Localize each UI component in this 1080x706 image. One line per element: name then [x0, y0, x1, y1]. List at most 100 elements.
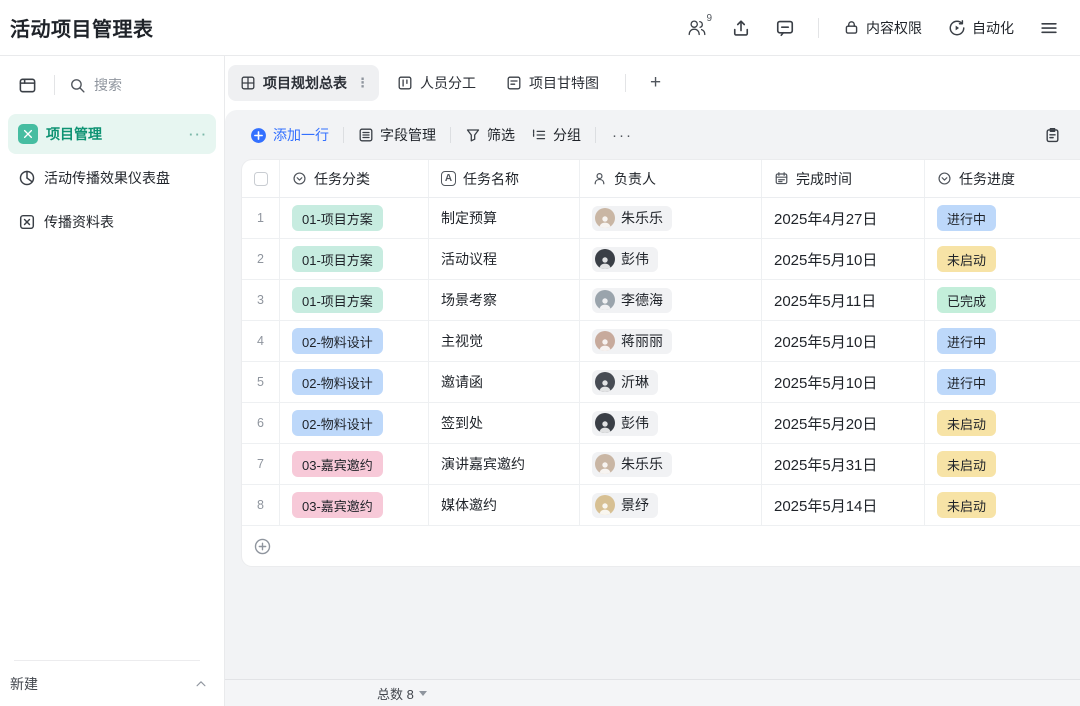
owner-name: 蒋丽丽 — [621, 331, 663, 351]
due-date[interactable]: 2025年5月31日 — [774, 454, 877, 475]
status-badge[interactable]: 未启动 — [937, 410, 996, 436]
owner-name: 朱乐乐 — [621, 454, 663, 474]
app-window: 活动项目管理表 9 — [0, 0, 1080, 706]
status-badge[interactable]: 未启动 — [937, 246, 996, 272]
table-row[interactable]: 4 02-物料设计 主视觉 蒋丽丽 2025年5月10日 进行中 — [242, 321, 1080, 362]
toolbar-divider — [343, 127, 344, 143]
data-table: 任务分类 A 任务名称 负责人 — [242, 160, 1080, 566]
search-input[interactable]: 搜索 — [69, 75, 216, 95]
table-row[interactable]: 5 02-物料设计 邀请函 沂琳 2025年5月10日 进行中 — [242, 362, 1080, 403]
automation-button[interactable]: 自动化 — [940, 13, 1022, 43]
add-view-button[interactable]: + — [640, 72, 671, 94]
owner-chip[interactable]: 朱乐乐 — [592, 206, 672, 231]
category-tag[interactable]: 01-项目方案 — [292, 287, 383, 313]
record-detail-button[interactable] — [1038, 121, 1066, 149]
table-row[interactable]: 6 02-物料设计 签到处 彭伟 2025年5月20日 未启动 — [242, 403, 1080, 444]
table-row[interactable]: 3 01-项目方案 场景考察 李德海 2025年5月11日 已完成 — [242, 280, 1080, 321]
record-count-label: 总数 8 — [377, 684, 414, 703]
sidebar-collapse-button[interactable] — [14, 72, 40, 98]
top-header: 活动项目管理表 9 — [0, 0, 1080, 56]
toolbar-more-button[interactable]: ··· — [602, 127, 643, 144]
filter-button[interactable]: 筛选 — [457, 119, 523, 151]
bitable-icon — [18, 124, 38, 144]
tab-project-gantt[interactable]: 项目甘特图 — [494, 65, 611, 101]
add-row-button[interactable]: 添加一行 — [242, 119, 337, 151]
row-number: 7 — [257, 457, 264, 471]
table-row[interactable]: 2 01-项目方案 活动议程 彭伟 2025年5月10日 未启动 — [242, 239, 1080, 280]
task-name[interactable]: 主视觉 — [441, 331, 483, 351]
status-badge[interactable]: 已完成 — [937, 287, 996, 313]
task-name[interactable]: 媒体邀约 — [441, 495, 497, 515]
table-row[interactable]: 8 03-嘉宾邀约 媒体邀约 景纾 2025年5月14日 未启动 — [242, 485, 1080, 526]
status-badge[interactable]: 未启动 — [937, 451, 996, 477]
append-row-button[interactable] — [242, 526, 1080, 566]
owner-chip[interactable]: 朱乐乐 — [592, 452, 672, 477]
category-tag[interactable]: 03-嘉宾邀约 — [292, 451, 383, 477]
group-button[interactable]: 分组 — [523, 119, 589, 151]
column-label: 任务分类 — [314, 169, 370, 189]
header-divider — [818, 18, 819, 38]
tab-project-plan-table[interactable]: 项目规划总表 ⋮ — [228, 65, 379, 101]
due-date[interactable]: 2025年5月20日 — [774, 413, 877, 434]
search-icon — [69, 77, 86, 94]
due-date[interactable]: 2025年4月27日 — [774, 208, 877, 229]
page-title: 活动项目管理表 — [10, 13, 154, 42]
status-badge[interactable]: 未启动 — [937, 492, 996, 518]
row-number: 4 — [257, 334, 264, 348]
category-tag[interactable]: 02-物料设计 — [292, 369, 383, 395]
owner-chip[interactable]: 彭伟 — [592, 247, 658, 272]
sidebar-item-project-management[interactable]: 项目管理 ··· — [8, 114, 216, 154]
content-permission-button[interactable]: 内容权限 — [835, 13, 930, 43]
category-tag[interactable]: 01-项目方案 — [292, 246, 383, 272]
task-name[interactable]: 邀请函 — [441, 372, 483, 392]
table-row[interactable]: 1 01-项目方案 制定预算 朱乐乐 2025年4月27日 进行中 — [242, 198, 1080, 239]
status-badge[interactable]: 进行中 — [937, 328, 996, 354]
category-tag[interactable]: 01-项目方案 — [292, 205, 383, 231]
task-name[interactable]: 活动议程 — [441, 249, 497, 269]
due-date[interactable]: 2025年5月10日 — [774, 331, 877, 352]
table-row[interactable]: 7 03-嘉宾邀约 演讲嘉宾邀约 朱乐乐 2025年5月31日 未启动 — [242, 444, 1080, 485]
column-header-due-date[interactable]: 完成时间 — [762, 160, 925, 197]
task-name[interactable]: 签到处 — [441, 413, 483, 433]
row-number: 3 — [257, 293, 264, 307]
share-button[interactable] — [724, 12, 758, 44]
field-manage-button[interactable]: 字段管理 — [350, 119, 444, 151]
due-date[interactable]: 2025年5月14日 — [774, 495, 877, 516]
new-button[interactable]: 新建 — [10, 670, 208, 694]
due-date[interactable]: 2025年5月10日 — [774, 372, 877, 393]
single-select-icon — [937, 171, 952, 186]
status-badge[interactable]: 进行中 — [937, 369, 996, 395]
due-date[interactable]: 2025年5月10日 — [774, 249, 877, 270]
person-field-icon — [592, 171, 607, 186]
column-header-owner[interactable]: 负责人 — [580, 160, 762, 197]
sidebar-item-dashboard[interactable]: 活动传播效果仪表盘 — [8, 158, 216, 198]
task-name[interactable]: 场景考察 — [441, 290, 497, 310]
status-badge[interactable]: 进行中 — [937, 205, 996, 231]
item-more-icon[interactable]: ··· — [189, 127, 208, 142]
row-number: 6 — [257, 416, 264, 430]
owner-chip[interactable]: 沂琳 — [592, 370, 658, 395]
record-count[interactable]: 总数 8 — [377, 684, 427, 703]
task-name[interactable]: 演讲嘉宾邀约 — [441, 454, 525, 474]
owner-chip[interactable]: 彭伟 — [592, 411, 658, 436]
task-name[interactable]: 制定预算 — [441, 208, 497, 228]
avatar — [595, 290, 615, 310]
column-header-progress[interactable]: 任务进度 — [925, 160, 1080, 197]
category-tag[interactable]: 02-物料设计 — [292, 410, 383, 436]
category-tag[interactable]: 02-物料设计 — [292, 328, 383, 354]
due-date[interactable]: 2025年5月11日 — [774, 290, 876, 311]
sidebar-item-material-table[interactable]: 传播资料表 — [8, 202, 216, 242]
tab-menu-icon[interactable]: ⋮ — [354, 75, 369, 91]
column-label: 任务名称 — [463, 169, 519, 189]
owner-chip[interactable]: 李德海 — [592, 288, 672, 313]
owner-chip[interactable]: 景纾 — [592, 493, 658, 518]
owner-chip[interactable]: 蒋丽丽 — [592, 329, 672, 354]
column-header-category[interactable]: 任务分类 — [280, 160, 429, 197]
comment-button[interactable] — [768, 12, 802, 44]
category-tag[interactable]: 03-嘉宾邀约 — [292, 492, 383, 518]
menu-button[interactable] — [1032, 12, 1066, 44]
column-header-task-name[interactable]: A 任务名称 — [429, 160, 580, 197]
tab-staff-assignment[interactable]: 人员分工 — [385, 65, 488, 101]
collaborators-button[interactable]: 9 — [680, 12, 714, 44]
select-all-checkbox[interactable] — [254, 172, 268, 186]
